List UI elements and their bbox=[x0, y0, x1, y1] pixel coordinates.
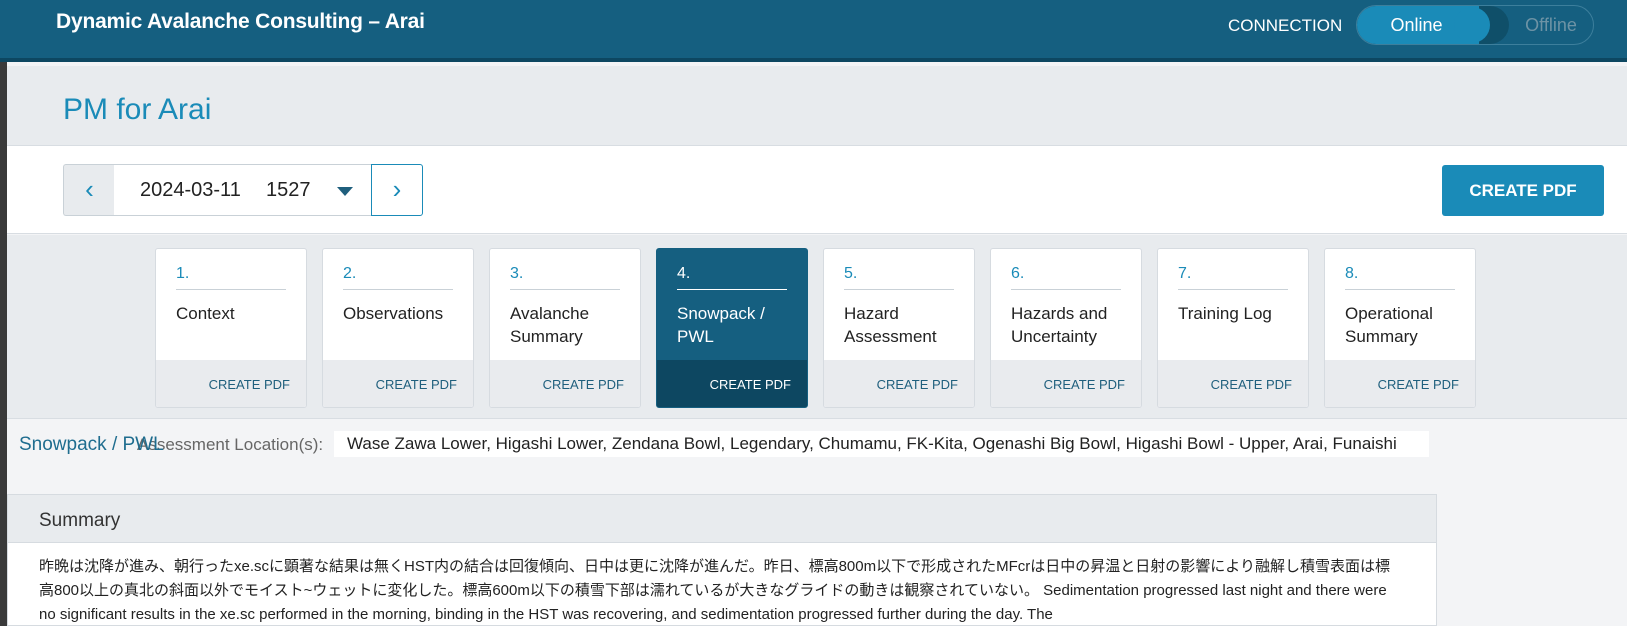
assessment-locations-label: Assessment Location(s): bbox=[137, 435, 324, 454]
summary-text: 昨晩は沈降が進み、朝行ったxe.scに顕著な結果は無くHST内の結合は回復傾向、… bbox=[39, 558, 1390, 623]
report-date: 2024-03-11 bbox=[140, 179, 241, 201]
step-label: Training Log bbox=[1178, 304, 1272, 323]
step-number: 5. bbox=[844, 265, 858, 282]
step-create-pdf-button[interactable]: CREATE PDF bbox=[1158, 360, 1308, 407]
step-create-pdf-button[interactable]: CREATE PDF bbox=[991, 360, 1141, 407]
step-divider bbox=[677, 289, 787, 290]
section-header: Assessment Location(s): Snowpack / PWL W… bbox=[7, 420, 1437, 469]
step-number: 4. bbox=[677, 265, 691, 282]
step-label: Operational Summary bbox=[1345, 304, 1433, 346]
step-create-pdf-button[interactable]: CREATE PDF bbox=[1325, 360, 1475, 407]
step-avalanche-summary[interactable]: 3. Avalanche Summary CREATE PDF bbox=[489, 248, 641, 408]
step-training-log[interactable]: 7. Training Log CREATE PDF bbox=[1157, 248, 1309, 408]
step-label: Context bbox=[176, 304, 235, 323]
left-edge bbox=[0, 62, 7, 626]
step-divider bbox=[510, 289, 620, 290]
step-divider bbox=[1345, 289, 1455, 290]
app-title: Dynamic Avalanche Consulting – Arai bbox=[56, 10, 425, 33]
step-observations[interactable]: 2. Observations CREATE PDF bbox=[322, 248, 474, 408]
step-create-pdf-button[interactable]: CREATE PDF bbox=[156, 360, 306, 407]
step-label: Avalanche Summary bbox=[510, 304, 590, 346]
step-divider bbox=[1011, 289, 1121, 290]
step-divider bbox=[343, 289, 453, 290]
connection-toggle[interactable]: Online Offline bbox=[1356, 5, 1594, 45]
report-navigation: ‹ 2024-03-11 1527 › CREATE PDF bbox=[7, 146, 1627, 234]
step-create-pdf-button[interactable]: CREATE PDF bbox=[824, 360, 974, 407]
step-hazards-uncertainty[interactable]: 6. Hazards and Uncertainty CREATE PDF bbox=[990, 248, 1142, 408]
page-title: PM for Arai bbox=[63, 93, 212, 126]
report-date-select[interactable]: 2024-03-11 1527 bbox=[114, 164, 372, 216]
previous-report-button[interactable]: ‹ bbox=[63, 164, 115, 216]
step-hazard-assessment[interactable]: 5. Hazard Assessment CREATE PDF bbox=[823, 248, 975, 408]
summary-header: Summary bbox=[8, 495, 1436, 543]
next-report-button[interactable]: › bbox=[371, 164, 423, 216]
step-divider bbox=[844, 289, 954, 290]
step-number: 1. bbox=[176, 265, 190, 282]
step-number: 6. bbox=[1011, 265, 1025, 282]
step-snowpack-pwl[interactable]: 4. Snowpack / PWL CREATE PDF bbox=[656, 248, 808, 408]
section-title: Snowpack / PWL bbox=[19, 434, 164, 455]
report-time: 1527 bbox=[266, 179, 311, 201]
step-number: 7. bbox=[1178, 265, 1192, 282]
top-bar: Dynamic Avalanche Consulting – Arai CONN… bbox=[0, 0, 1627, 62]
offline-option[interactable]: Offline bbox=[1509, 6, 1593, 44]
create-pdf-button[interactable]: CREATE PDF bbox=[1442, 165, 1604, 216]
assessment-locations-field[interactable]: Wase Zawa Lower, Higashi Lower, Zendana … bbox=[334, 431, 1429, 457]
step-label: Observations bbox=[343, 304, 444, 323]
connection-label: CONNECTION bbox=[1228, 16, 1343, 35]
step-create-pdf-button[interactable]: CREATE PDF bbox=[490, 360, 640, 407]
step-operational-summary[interactable]: 8. Operational Summary CREATE PDF bbox=[1324, 248, 1476, 408]
step-number: 8. bbox=[1345, 265, 1359, 282]
title-bar: PM for Arai bbox=[7, 66, 1627, 146]
summary-heading: Summary bbox=[39, 510, 121, 531]
chevron-right-icon: › bbox=[392, 174, 402, 204]
step-create-pdf-button[interactable]: CREATE PDF bbox=[323, 360, 473, 407]
toggle-knob[interactable] bbox=[1454, 7, 1490, 43]
caret-down-icon bbox=[337, 187, 353, 196]
step-tabs: 1. Context CREATE PDF 2. Observations CR… bbox=[7, 235, 1627, 419]
step-create-pdf-button[interactable]: CREATE PDF bbox=[657, 360, 807, 407]
step-label: Snowpack / PWL bbox=[677, 304, 765, 346]
step-number: 2. bbox=[343, 265, 357, 282]
step-label: Hazards and Uncertainty bbox=[1011, 304, 1108, 346]
step-label: Hazard Assessment bbox=[844, 304, 937, 346]
step-context[interactable]: 1. Context CREATE PDF bbox=[155, 248, 307, 408]
step-divider bbox=[1178, 289, 1288, 290]
chevron-left-icon: ‹ bbox=[85, 174, 94, 204]
summary-panel: Summary 昨晩は沈降が進み、朝行ったxe.scに顕著な結果は無くHST内の… bbox=[7, 494, 1437, 626]
step-number: 3. bbox=[510, 265, 524, 282]
step-divider bbox=[176, 289, 286, 290]
